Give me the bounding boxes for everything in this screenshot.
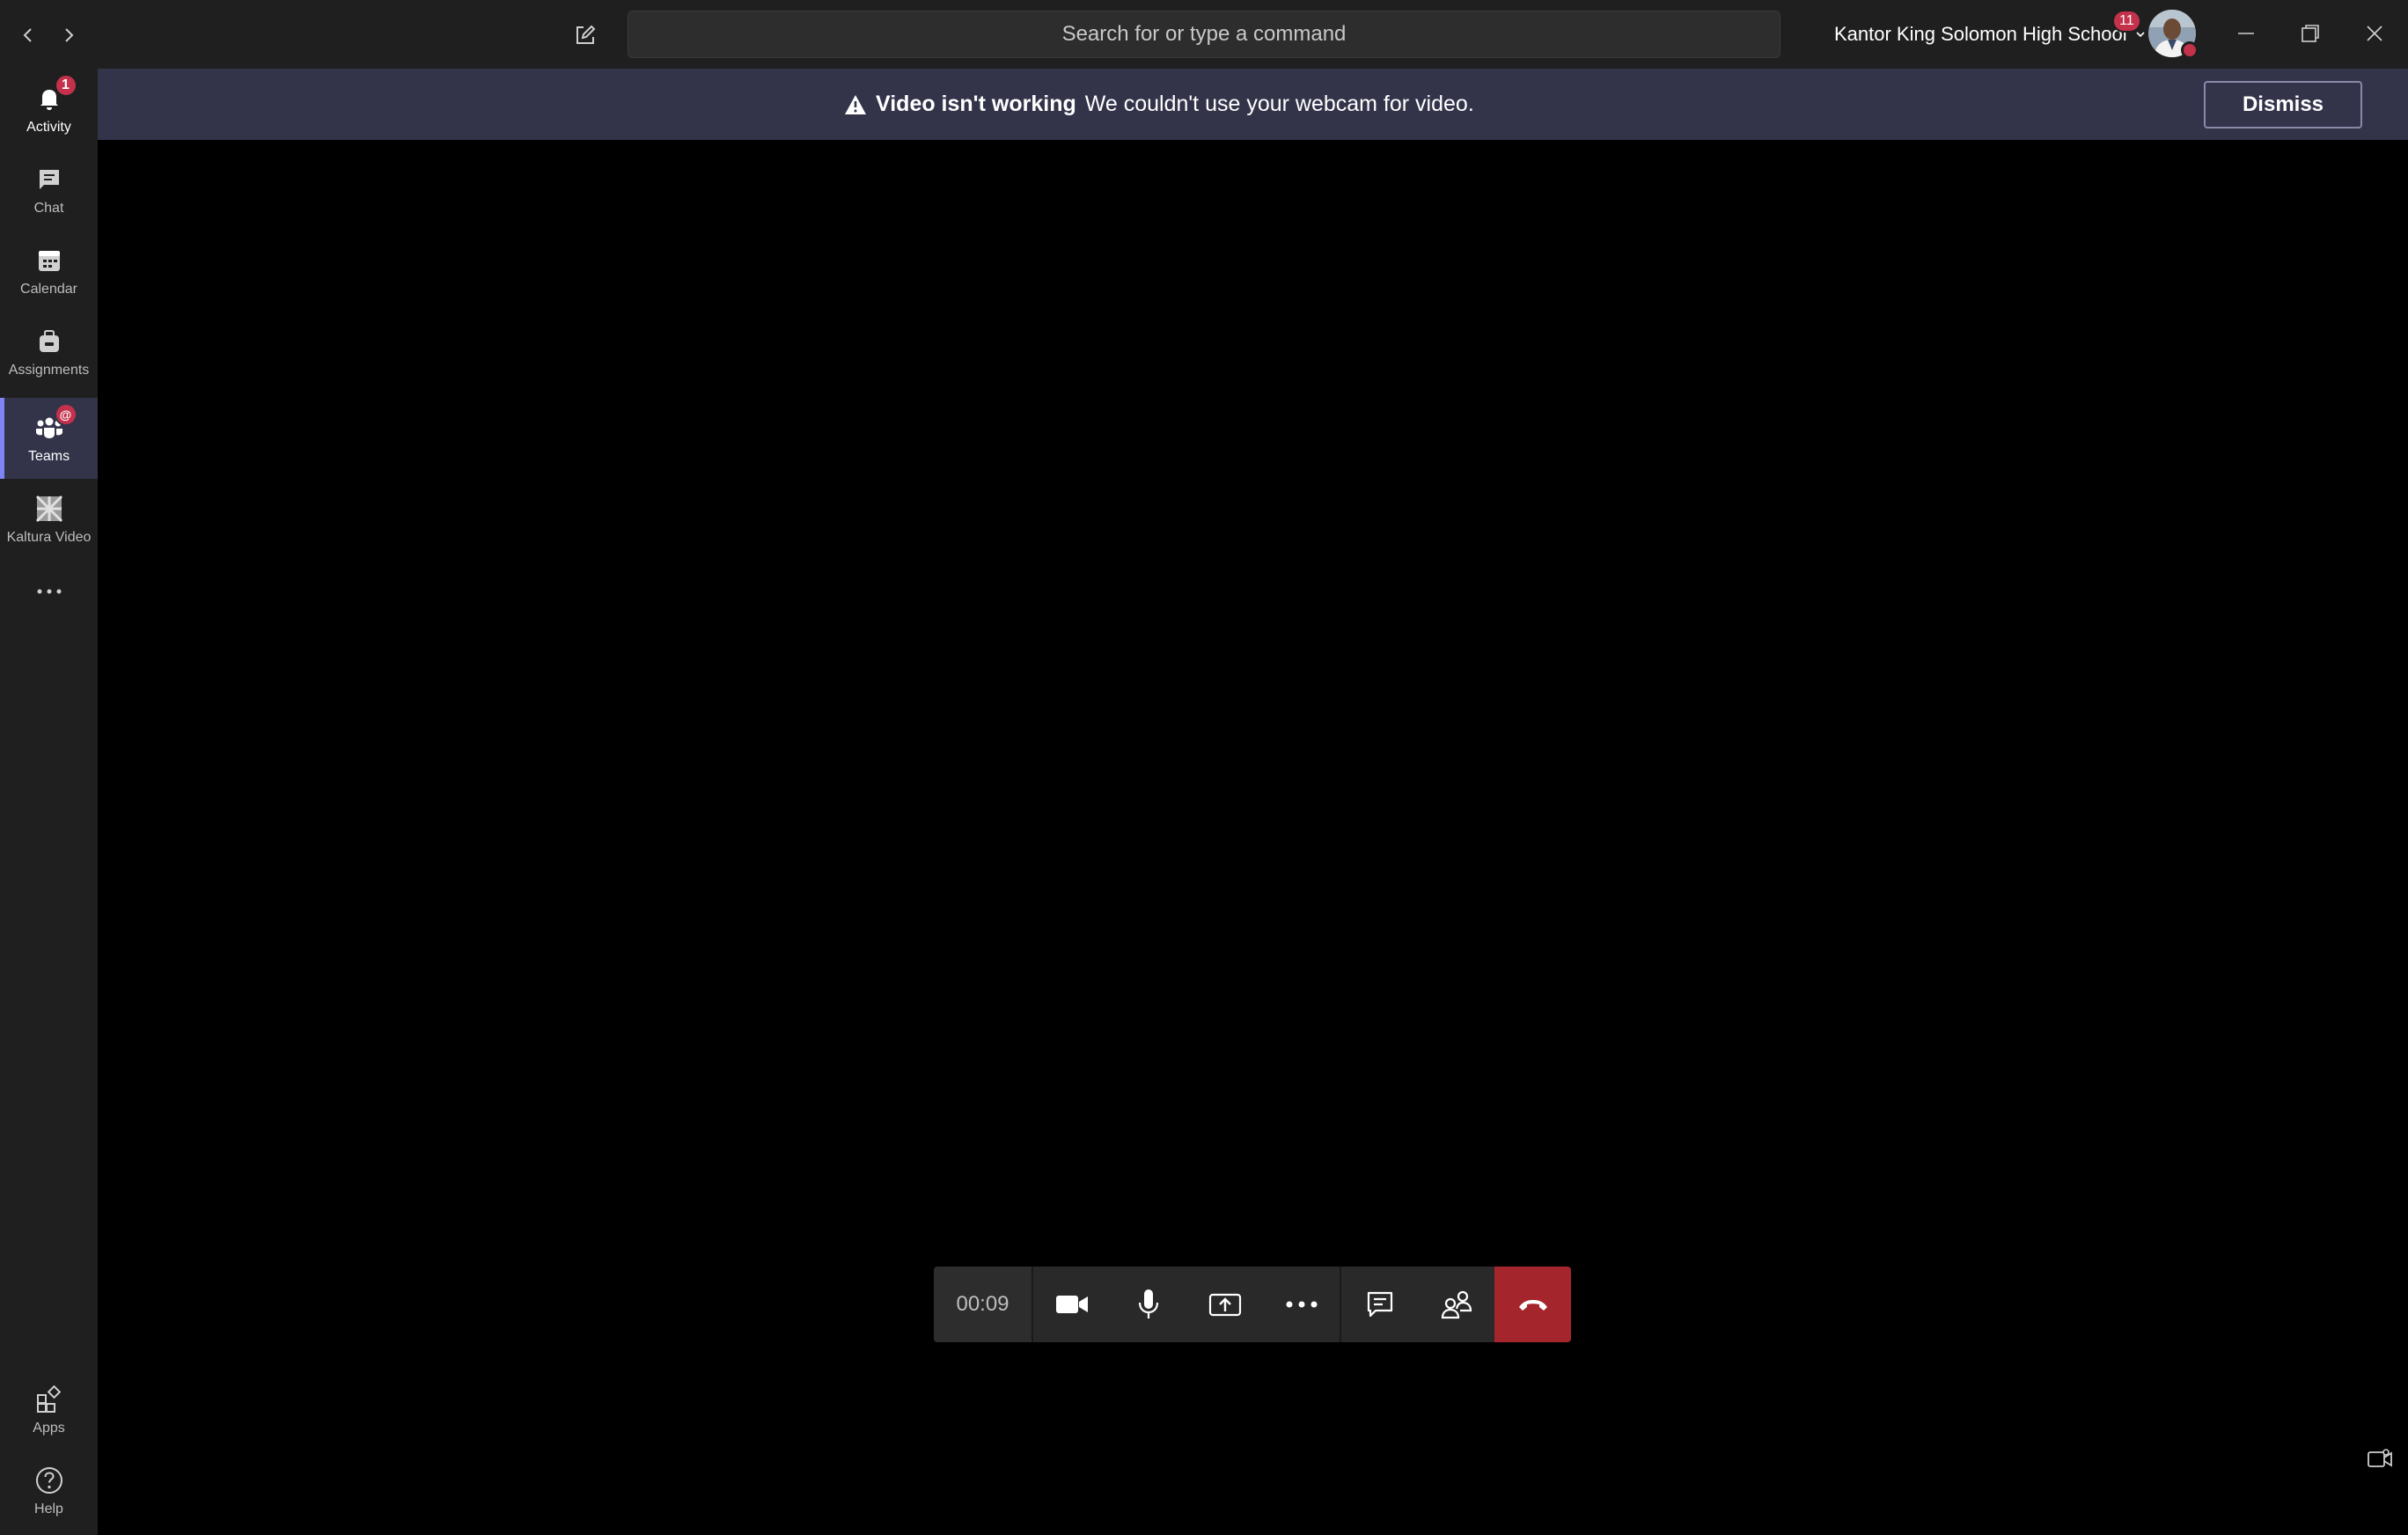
app-bar: 1 Activity Chat Calendar Assignments @ T… <box>0 69 98 1535</box>
dismiss-button[interactable]: Dismiss <box>2204 81 2362 129</box>
rail-label: Teams <box>27 449 70 464</box>
search-placeholder: Search for or type a command <box>1061 22 1347 46</box>
more-actions-icon <box>1286 1301 1317 1308</box>
camera-icon <box>1055 1296 1088 1313</box>
kaltura-icon <box>35 495 62 523</box>
participants-icon <box>1441 1290 1472 1319</box>
org-name: Kantor King Solomon High School <box>1834 23 2127 45</box>
apps-icon <box>36 1385 61 1413</box>
title-bar: Search for or type a command Kantor King… <box>0 0 2408 69</box>
warning-icon <box>845 94 866 114</box>
more-icon <box>37 589 61 594</box>
rail-label: Kaltura Video <box>6 530 92 545</box>
org-switcher[interactable]: Kantor King Solomon High School <box>1834 19 2147 49</box>
calendar-icon <box>38 251 60 271</box>
help-icon <box>35 1467 62 1494</box>
chat-icon <box>1367 1291 1392 1318</box>
compose-button[interactable] <box>567 17 604 54</box>
chat-icon <box>39 170 59 189</box>
panel-controls <box>1341 1267 1494 1342</box>
minimize-icon <box>2238 33 2254 34</box>
banner-title: Video isn't working <box>876 92 1076 116</box>
banner-message: Video isn't working We couldn't use your… <box>844 69 1474 140</box>
rail-item-teams[interactable]: @ Teams <box>0 398 98 479</box>
banner-text: We couldn't use your webcam for video. <box>1084 92 1474 116</box>
rail-item-kaltura-video[interactable]: Kaltura Video <box>0 479 98 560</box>
call-controls: 00:09 <box>934 1267 1571 1342</box>
forward-button[interactable] <box>51 18 86 53</box>
teams-mention-badge: @ <box>54 403 77 426</box>
close-icon <box>2367 26 2382 41</box>
presence-busy-indicator <box>2181 41 2199 59</box>
hang-up-button[interactable] <box>1494 1267 1571 1342</box>
search-input[interactable]: Search for or type a command <box>628 11 1780 58</box>
rail-label: Activity <box>26 120 71 135</box>
media-controls <box>1033 1267 1340 1342</box>
call-timer: 00:09 <box>934 1267 1033 1342</box>
rail-item-activity[interactable]: 1 Activity <box>0 69 98 150</box>
rail-item-assignments[interactable]: Assignments <box>0 312 98 393</box>
org-notification-badge: 11 <box>2112 10 2141 33</box>
rail-label: Help <box>34 1502 63 1517</box>
hang-up-icon <box>1518 1300 1547 1311</box>
microphone-button[interactable] <box>1110 1267 1186 1342</box>
notification-banner: Video isn't working We couldn't use your… <box>98 69 2408 140</box>
rail-label: Assignments <box>8 363 90 378</box>
back-button[interactable] <box>11 18 46 53</box>
rail-item-apps[interactable]: Apps <box>0 1370 98 1451</box>
compose-icon <box>576 25 596 44</box>
rail-label: Calendar <box>20 282 77 297</box>
rail-item-chat[interactable]: Chat <box>0 150 98 231</box>
more-actions-button[interactable] <box>1263 1267 1340 1342</box>
activity-badge: 1 <box>54 74 77 97</box>
chevron-left-icon <box>23 28 32 42</box>
restore-icon <box>2302 25 2319 42</box>
microphone-icon <box>1138 1289 1158 1318</box>
share-screen-button[interactable] <box>1186 1267 1263 1342</box>
rail-item-help[interactable]: Help <box>0 1451 98 1531</box>
device-settings-button[interactable] <box>2364 1443 2396 1475</box>
minimize-button[interactable] <box>2225 14 2267 53</box>
rail-label: Apps <box>33 1421 65 1436</box>
conversation-button[interactable] <box>1341 1267 1418 1342</box>
close-button[interactable] <box>2353 14 2396 53</box>
restore-button[interactable] <box>2289 14 2331 53</box>
rail-item-more[interactable] <box>0 560 98 623</box>
assignments-icon <box>39 330 59 352</box>
chevron-right-icon <box>65 28 74 42</box>
rail-label: Chat <box>33 201 64 216</box>
rail-item-calendar[interactable]: Calendar <box>0 231 98 312</box>
camera-button[interactable] <box>1033 1267 1110 1342</box>
participants-button[interactable] <box>1418 1267 1494 1342</box>
video-settings-icon <box>2368 1449 2392 1467</box>
share-screen-icon <box>1208 1293 1241 1317</box>
